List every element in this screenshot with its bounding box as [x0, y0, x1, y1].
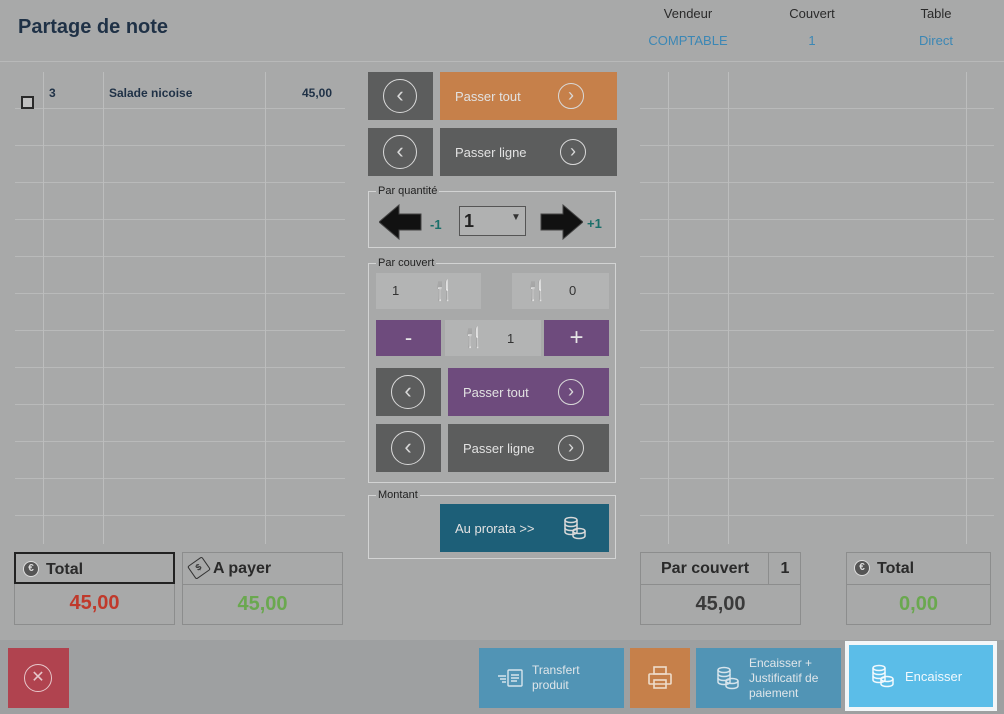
couvert-pass-all-button[interactable]: Passer tout › [448, 368, 609, 416]
vendeur-value: COMPTABLE [648, 33, 728, 48]
total-box: € Total 45,00 [14, 552, 175, 625]
row-checkbox[interactable] [21, 96, 34, 109]
couvert-value: 1 [808, 33, 816, 48]
chevron-down-icon: ▼ [511, 212, 521, 223]
encaisser-button-frame: Encaisser [845, 641, 997, 711]
total-label: Total [46, 561, 84, 578]
couvert-label: Couvert [789, 6, 835, 21]
prorata-button[interactable]: Au prorata >> [440, 504, 609, 552]
couvert-back-line-button[interactable]: ‹ [376, 424, 441, 472]
row-qty: 3 [49, 86, 56, 100]
right-total-box: € Total 0,00 [846, 552, 991, 625]
total-value: 45,00 [69, 592, 120, 614]
header: Partage de note Vendeur COMPTABLE Couver… [0, 0, 1004, 62]
par-couvert-legend: Par couvert [376, 257, 437, 269]
total-header: € Total [14, 552, 175, 584]
pass-line-button[interactable]: Passer ligne › [440, 128, 617, 176]
par-couvert-header: Par couvert 1 [641, 553, 800, 585]
chevron-right-icon: › [558, 379, 584, 405]
chevron-left-icon: ‹ [383, 79, 417, 113]
back-all-button[interactable]: ‹ [368, 72, 433, 120]
pass-all-button[interactable]: Passer tout › [440, 72, 617, 120]
print-button[interactable] [630, 648, 690, 708]
apayer-value: 45,00 [237, 593, 288, 615]
utensils-icon: 🍴 [431, 280, 456, 302]
minus-one-label: -1 [430, 217, 442, 232]
order-items-list: 3 Salade nicoise 45,00 [15, 72, 345, 544]
prorata-label: Au prorata >> [455, 521, 535, 536]
header-couvert: Couvert 1 [762, 6, 862, 48]
euro-icon: € [854, 560, 870, 576]
transfer-icon [498, 669, 523, 687]
apayer-header: $ A payer [183, 553, 342, 585]
apayer-box: $ A payer 45,00 [182, 552, 343, 625]
par-couvert-value: 45,00 [695, 593, 746, 615]
printer-icon [648, 666, 672, 689]
cancel-button[interactable]: ✕ [8, 648, 69, 708]
back-line-button[interactable]: ‹ [368, 128, 433, 176]
couvert-left-count: 1 🍴 [376, 273, 481, 309]
row-name[interactable]: Salade nicoise [109, 86, 192, 100]
chevron-right-icon: › [558, 435, 584, 461]
header-table: Table Direct [886, 6, 986, 48]
couvert-pass-all-label: Passer tout [463, 385, 529, 400]
pass-line-label: Passer ligne [455, 145, 527, 160]
couvert-pass-line-button[interactable]: Passer ligne › [448, 424, 609, 472]
encaisser-justificatif-label: Encaisser + Justificatif de paiement [749, 656, 819, 700]
couvert-minus-button[interactable]: - [376, 320, 441, 356]
table-label: Table [920, 6, 952, 21]
par-quantite-legend: Par quantité [376, 185, 440, 197]
arrow-left-icon[interactable] [379, 204, 423, 240]
par-couvert-group: Par couvert 1 🍴 🍴 0 - 🍴 1 + ‹ Passer tou… [368, 257, 616, 483]
chevron-right-icon: › [560, 139, 586, 165]
utensils-icon: 🍴 [461, 327, 486, 349]
quantity-value: 1 [464, 211, 475, 231]
quantity-select[interactable]: 1 ▼ [459, 206, 526, 236]
apayer-label: A payer [213, 560, 272, 577]
couvert-pass-line-label: Passer ligne [463, 441, 535, 456]
chevron-right-icon: › [558, 83, 584, 109]
couvert-right-count: 🍴 0 [512, 273, 609, 309]
coins-icon [872, 664, 894, 688]
header-vendeur: Vendeur COMPTABLE [638, 6, 738, 48]
couvert-left-value: 1 [392, 283, 400, 298]
couvert-stepper-value: 1 [507, 331, 515, 346]
coins-icon [564, 516, 586, 540]
par-couvert-box: Par couvert 1 45,00 [640, 552, 801, 625]
row-price: 45,00 [302, 86, 333, 100]
euro-icon: € [23, 561, 39, 577]
transfert-produit-button[interactable]: Transfert produit [479, 648, 624, 708]
pass-all-label: Passer tout [455, 89, 521, 104]
money-tag-icon: $ [187, 556, 211, 580]
right-total-header: € Total [847, 553, 990, 585]
chevron-left-icon: ‹ [383, 135, 417, 169]
vendeur-label: Vendeur [663, 6, 713, 21]
right-total-value: 0,00 [899, 593, 938, 615]
right-total-label: Total [877, 560, 915, 577]
couvert-back-all-button[interactable]: ‹ [376, 368, 441, 416]
coins-icon [717, 666, 739, 690]
utensils-icon: 🍴 [524, 280, 549, 302]
transfert-label: Transfert produit [532, 663, 580, 692]
par-quantite-group: Par quantité -1 1 ▼ +1 [368, 185, 616, 248]
plus-one-label: +1 [587, 216, 602, 231]
encaisser-justificatif-button[interactable]: Encaisser + Justificatif de paiement [696, 648, 841, 708]
page-title: Partage de note [18, 16, 169, 38]
couvert-plus-button[interactable]: + [544, 320, 609, 356]
couvert-stepper: 🍴 1 [445, 320, 541, 356]
chevron-left-icon: ‹ [391, 431, 425, 465]
couvert-right-value: 0 [569, 283, 577, 298]
table-value: Direct [919, 33, 953, 48]
split-items-list [640, 72, 994, 544]
montant-group: Montant Au prorata >> [368, 489, 616, 559]
close-icon: ✕ [24, 664, 52, 692]
chevron-left-icon: ‹ [391, 375, 425, 409]
montant-legend: Montant [376, 489, 420, 501]
par-couvert-count: 1 [768, 553, 801, 584]
par-couvert-label: Par couvert [661, 560, 750, 577]
arrow-right-icon[interactable] [539, 204, 583, 240]
encaisser-button[interactable]: Encaisser [849, 645, 993, 707]
encaisser-label: Encaisser [905, 669, 963, 684]
